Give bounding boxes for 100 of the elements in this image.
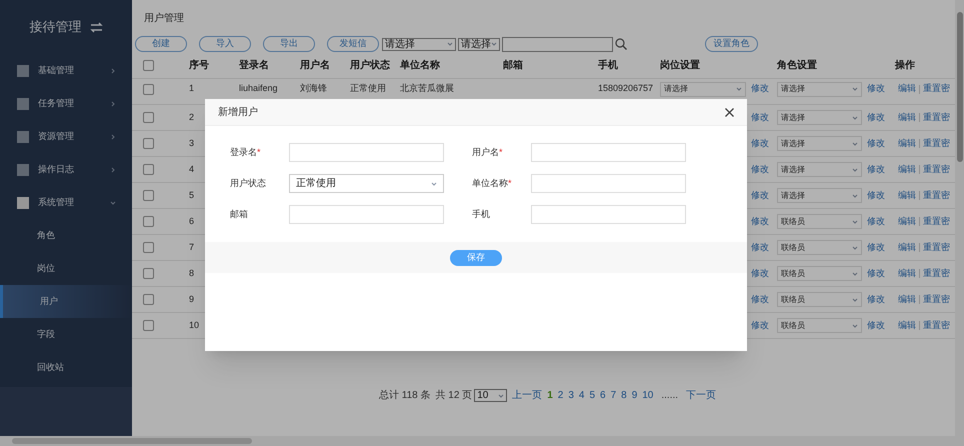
- modify-link[interactable]: 修改: [867, 240, 885, 254]
- page-link[interactable]: 9: [632, 388, 638, 403]
- modify-link[interactable]: 修改: [867, 136, 885, 150]
- modify-link[interactable]: 修改: [751, 318, 769, 332]
- close-icon[interactable]: [725, 108, 734, 116]
- edit-link[interactable]: 编辑: [898, 214, 916, 228]
- submenu-item[interactable]: 角色: [0, 219, 132, 252]
- edit-link[interactable]: 编辑: [898, 266, 916, 280]
- edit-link[interactable]: 编辑: [898, 136, 916, 150]
- toolbar-button[interactable]: 导出: [263, 36, 315, 52]
- modify-link[interactable]: 修改: [751, 110, 769, 124]
- input-field[interactable]: [531, 143, 686, 162]
- input-field[interactable]: [289, 143, 444, 162]
- menu-item[interactable]: 基础管理: [0, 54, 132, 87]
- dropdown[interactable]: 请选择: [777, 110, 862, 125]
- page-link[interactable]: 7: [610, 388, 616, 403]
- checkbox[interactable]: [143, 164, 154, 175]
- input-field[interactable]: [531, 174, 686, 193]
- horizontal-scrollbar[interactable]: [0, 436, 964, 446]
- page-link[interactable]: 8: [621, 388, 627, 403]
- reset-password-link[interactable]: 重置密: [923, 136, 950, 150]
- dropdown[interactable]: 联络员: [777, 240, 862, 255]
- set-role-button[interactable]: 设置角色: [705, 36, 758, 52]
- dropdown[interactable]: 请选择: [777, 136, 862, 151]
- menu-item[interactable]: 系统管理: [0, 186, 132, 219]
- dropdown[interactable]: 请选择: [777, 82, 862, 96]
- toolbar-button[interactable]: 导入: [199, 36, 251, 52]
- checkbox[interactable]: [143, 60, 154, 70]
- modify-link[interactable]: 修改: [751, 266, 769, 280]
- edit-link[interactable]: 编辑: [898, 162, 916, 176]
- modify-link[interactable]: 修改: [867, 82, 885, 96]
- filter-select[interactable]: 请选择: [382, 38, 456, 50]
- dropdown[interactable]: 联络员: [777, 266, 862, 281]
- reset-password-link[interactable]: 重置密: [923, 110, 950, 124]
- input-field[interactable]: [531, 205, 686, 224]
- edit-link[interactable]: 编辑: [898, 292, 916, 306]
- checkbox[interactable]: [143, 294, 154, 305]
- reset-password-link[interactable]: 重置密: [923, 266, 950, 280]
- edit-link[interactable]: 编辑: [898, 318, 916, 332]
- next-page-link[interactable]: 下一页: [686, 388, 716, 403]
- modify-link[interactable]: 修改: [751, 292, 769, 306]
- prev-page-link[interactable]: 上一页: [512, 388, 542, 403]
- modify-link[interactable]: 修改: [867, 162, 885, 176]
- filter-select[interactable]: 请选择: [458, 38, 500, 50]
- modify-link[interactable]: 修改: [867, 292, 885, 306]
- reset-password-link[interactable]: 重置密: [923, 82, 950, 96]
- checkbox[interactable]: [143, 84, 154, 94]
- reset-password-link[interactable]: 重置密: [923, 188, 950, 202]
- checkbox[interactable]: [143, 216, 154, 227]
- modify-link[interactable]: 修改: [751, 188, 769, 202]
- dropdown[interactable]: 请选择: [660, 82, 746, 96]
- dropdown[interactable]: 联络员: [777, 214, 862, 229]
- checkbox[interactable]: [143, 320, 154, 331]
- reset-password-link[interactable]: 重置密: [923, 240, 950, 254]
- reset-password-link[interactable]: 重置密: [923, 214, 950, 228]
- swap-icon[interactable]: [90, 22, 102, 32]
- menu-item[interactable]: 操作日志: [0, 153, 132, 186]
- edit-link[interactable]: 编辑: [898, 82, 916, 96]
- menu-item[interactable]: 任务管理: [0, 87, 132, 120]
- modify-link[interactable]: 修改: [867, 188, 885, 202]
- menu-item[interactable]: 资源管理: [0, 120, 132, 153]
- checkbox[interactable]: [143, 138, 154, 149]
- page-link[interactable]: 3: [568, 388, 574, 403]
- modify-link[interactable]: 修改: [867, 318, 885, 332]
- modify-link[interactable]: 修改: [751, 214, 769, 228]
- page-link[interactable]: 10: [642, 388, 654, 403]
- modify-link[interactable]: 修改: [867, 266, 885, 280]
- modify-link[interactable]: 修改: [867, 110, 885, 124]
- search-icon[interactable]: [615, 38, 627, 50]
- page-link[interactable]: 6: [600, 388, 606, 403]
- edit-link[interactable]: 编辑: [898, 110, 916, 124]
- checkbox[interactable]: [143, 268, 154, 279]
- edit-link[interactable]: 编辑: [898, 240, 916, 254]
- page-link[interactable]: 4: [578, 388, 584, 403]
- toolbar-button[interactable]: 创建: [135, 36, 187, 52]
- reset-password-link[interactable]: 重置密: [923, 292, 950, 306]
- modify-link[interactable]: 修改: [751, 162, 769, 176]
- page-link[interactable]: 5: [589, 388, 595, 403]
- submenu-item[interactable]: 回收站: [0, 351, 132, 384]
- input-field[interactable]: [289, 205, 444, 224]
- checkbox[interactable]: [143, 112, 154, 123]
- dropdown[interactable]: 联络员: [777, 318, 862, 333]
- dropdown[interactable]: 联络员: [777, 292, 862, 307]
- search-field[interactable]: [502, 36, 613, 52]
- reset-password-link[interactable]: 重置密: [923, 318, 950, 332]
- modify-link[interactable]: 修改: [751, 136, 769, 150]
- vertical-scrollbar[interactable]: [955, 0, 964, 436]
- page-link[interactable]: 1: [547, 388, 553, 403]
- modify-link[interactable]: 修改: [867, 214, 885, 228]
- checkbox[interactable]: [143, 190, 154, 201]
- page-size-select[interactable]: 10: [474, 389, 508, 402]
- checkbox[interactable]: [143, 242, 154, 253]
- status-select[interactable]: 正常使用: [289, 174, 444, 193]
- modify-link[interactable]: 修改: [751, 240, 769, 254]
- page-link[interactable]: 2: [558, 388, 564, 403]
- modify-link[interactable]: 修改: [751, 82, 769, 96]
- submenu-item[interactable]: 岗位: [0, 252, 132, 285]
- dropdown[interactable]: 请选择: [777, 188, 862, 203]
- save-button[interactable]: 保存: [450, 250, 502, 266]
- submenu-item[interactable]: 字段: [0, 318, 132, 351]
